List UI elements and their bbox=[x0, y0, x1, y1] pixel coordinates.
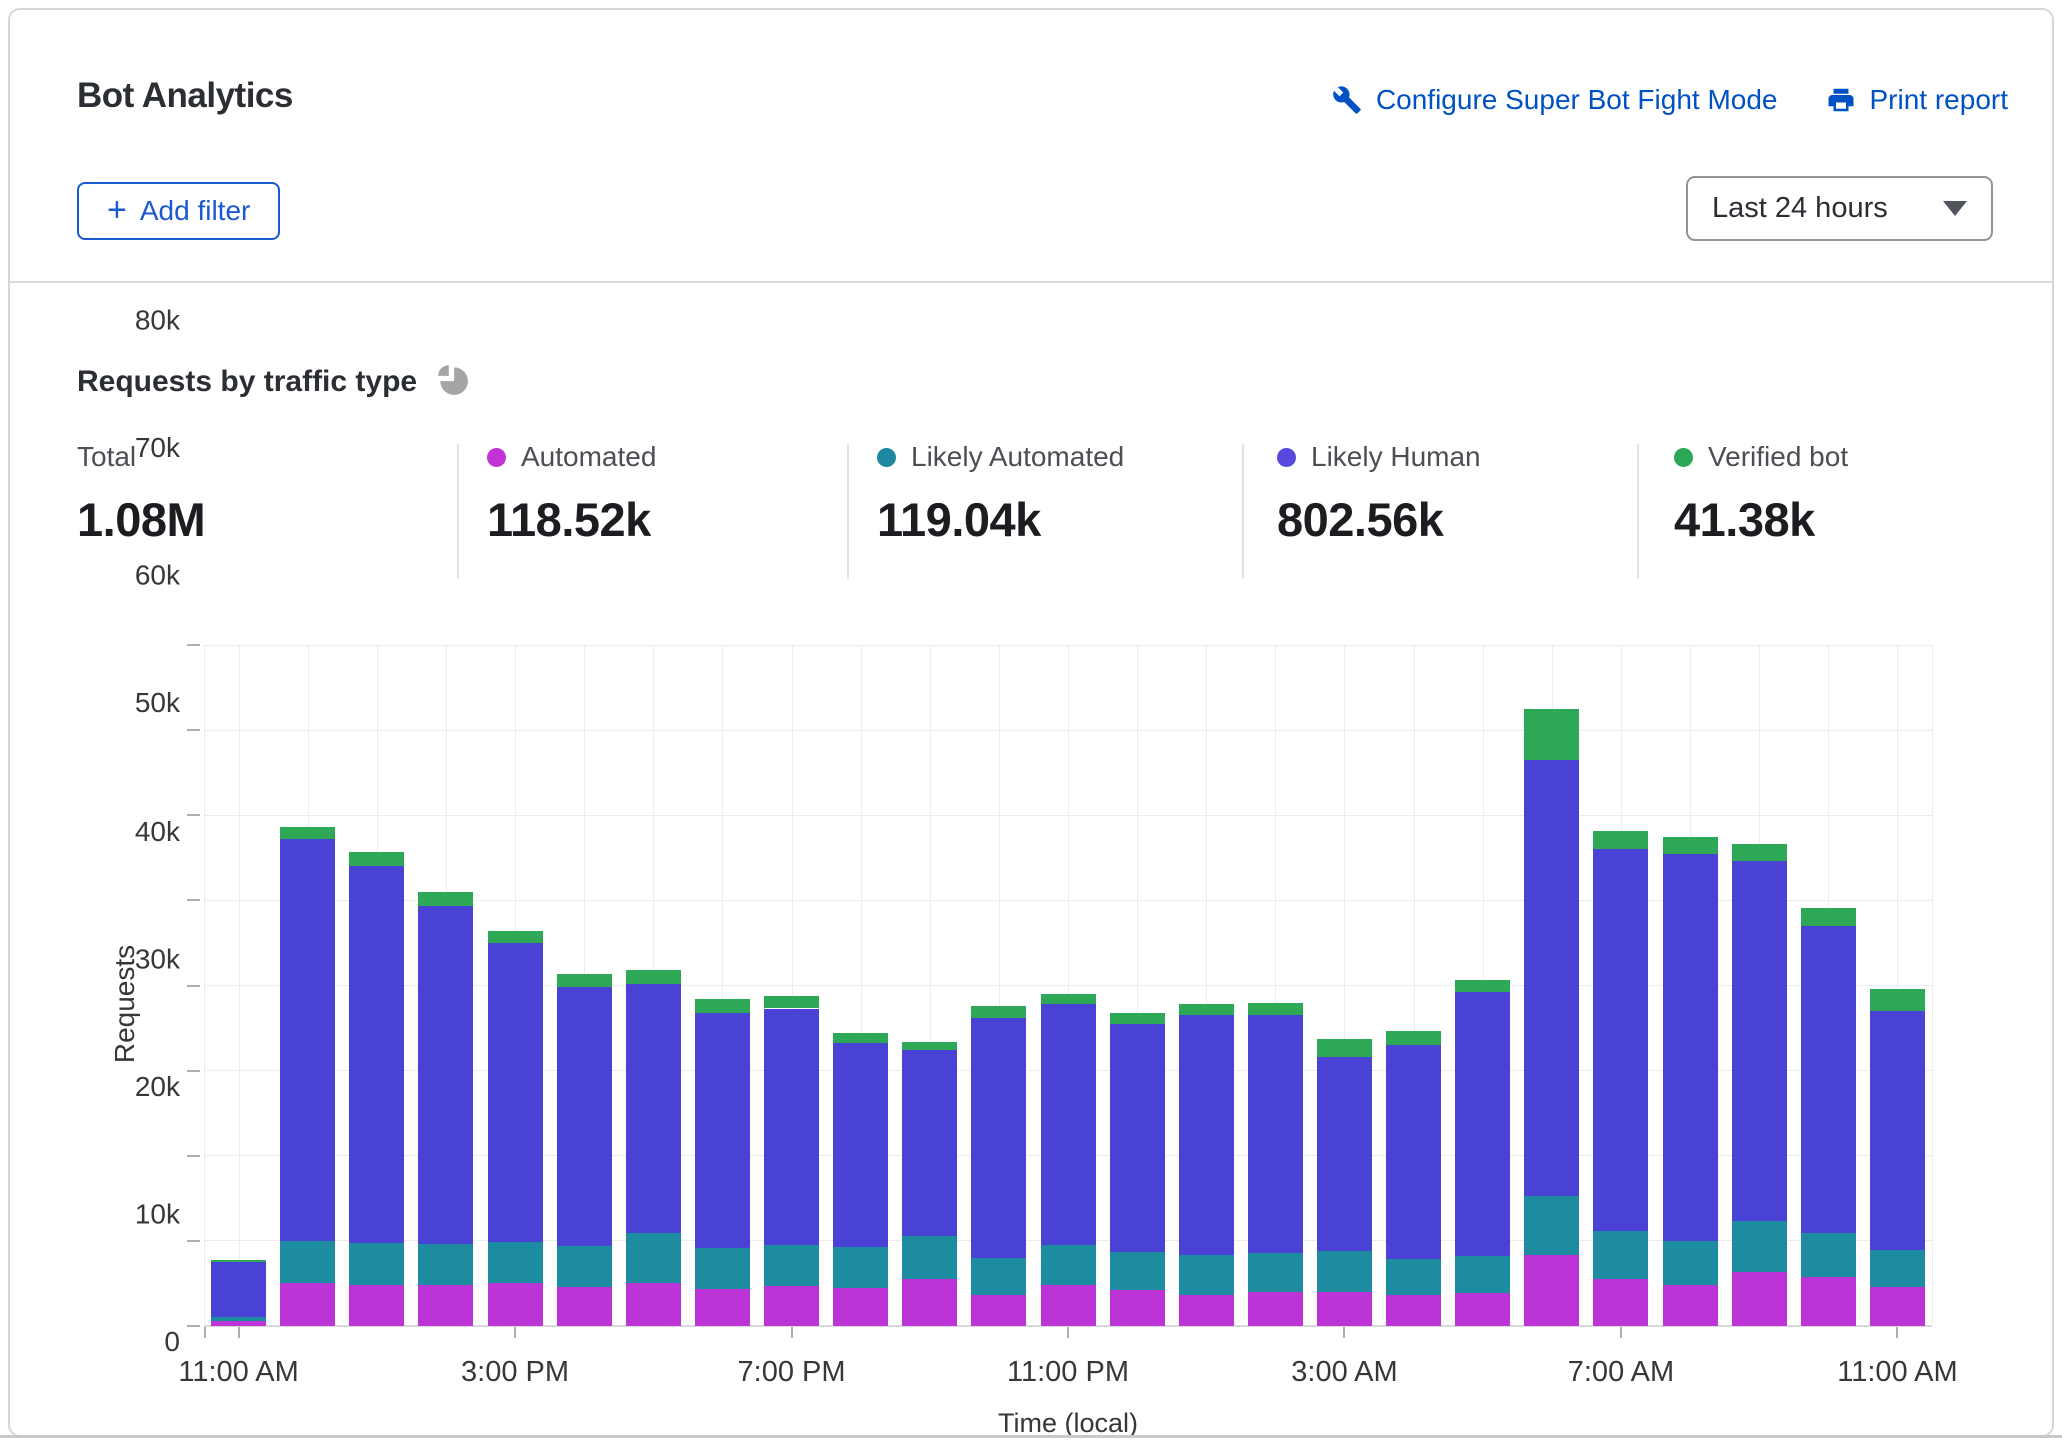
print-report-link[interactable]: Print report bbox=[1826, 84, 2009, 116]
wrench-icon bbox=[1332, 85, 1362, 115]
stats-divider bbox=[847, 444, 849, 579]
stat-verified-bot-value: 41.38k bbox=[1674, 492, 1848, 547]
stat-total: Total 1.08M bbox=[77, 438, 205, 547]
stat-likely-human-label: Likely Human bbox=[1311, 441, 1481, 473]
stat-total-label: Total bbox=[77, 441, 136, 473]
header-links: Configure Super Bot Fight Mode Print rep… bbox=[1332, 84, 2008, 116]
add-filter-label: Add filter bbox=[140, 195, 251, 227]
time-range-select[interactable]: Last 24 hours bbox=[1686, 176, 1993, 241]
stat-likely-human: Likely Human 802.56k bbox=[1277, 438, 1481, 547]
printer-icon bbox=[1826, 85, 1856, 115]
plus-icon: + bbox=[107, 193, 127, 227]
stat-automated-value: 118.52k bbox=[487, 492, 656, 547]
section-title: Requests by traffic type bbox=[77, 365, 417, 399]
analytics-card: Bot Analytics Configure Super Bot Fight … bbox=[8, 8, 2054, 1437]
time-range-value: Last 24 hours bbox=[1712, 192, 1888, 225]
stat-likely-human-value: 802.56k bbox=[1277, 492, 1481, 547]
print-link-label: Print report bbox=[1870, 84, 2009, 116]
likely-human-dot-icon bbox=[1277, 448, 1296, 467]
bot-analytics-page: Bot Analytics Configure Super Bot Fight … bbox=[0, 0, 2062, 1450]
stats-divider bbox=[1242, 444, 1244, 579]
stats-divider bbox=[457, 444, 459, 579]
configure-link-label: Configure Super Bot Fight Mode bbox=[1376, 84, 1778, 116]
stat-automated: Automated 118.52k bbox=[487, 438, 656, 547]
stat-verified-bot: Verified bot 41.38k bbox=[1674, 438, 1848, 547]
stats-row: Total 1.08M Automated 118.52k Likely Aut… bbox=[10, 438, 2056, 583]
bottom-divider bbox=[0, 1435, 2062, 1438]
add-filter-button[interactable]: + Add filter bbox=[77, 182, 280, 240]
stats-divider bbox=[1637, 444, 1639, 579]
page-title: Bot Analytics bbox=[77, 76, 293, 116]
stat-likely-automated-value: 119.04k bbox=[877, 492, 1124, 547]
stat-total-value: 1.08M bbox=[77, 492, 205, 547]
stat-likely-automated-label: Likely Automated bbox=[911, 441, 1124, 473]
stat-likely-automated: Likely Automated 119.04k bbox=[877, 438, 1124, 547]
configure-super-bot-fight-mode-link[interactable]: Configure Super Bot Fight Mode bbox=[1332, 84, 1778, 116]
automated-dot-icon bbox=[487, 448, 506, 467]
stat-automated-label: Automated bbox=[521, 441, 656, 473]
header-divider bbox=[10, 281, 2052, 283]
chevron-down-icon bbox=[1943, 201, 1967, 216]
verified-bot-dot-icon bbox=[1674, 448, 1693, 467]
pie-chart-icon bbox=[435, 362, 469, 401]
stat-verified-bot-label: Verified bot bbox=[1708, 441, 1848, 473]
likely-automated-dot-icon bbox=[877, 448, 896, 467]
